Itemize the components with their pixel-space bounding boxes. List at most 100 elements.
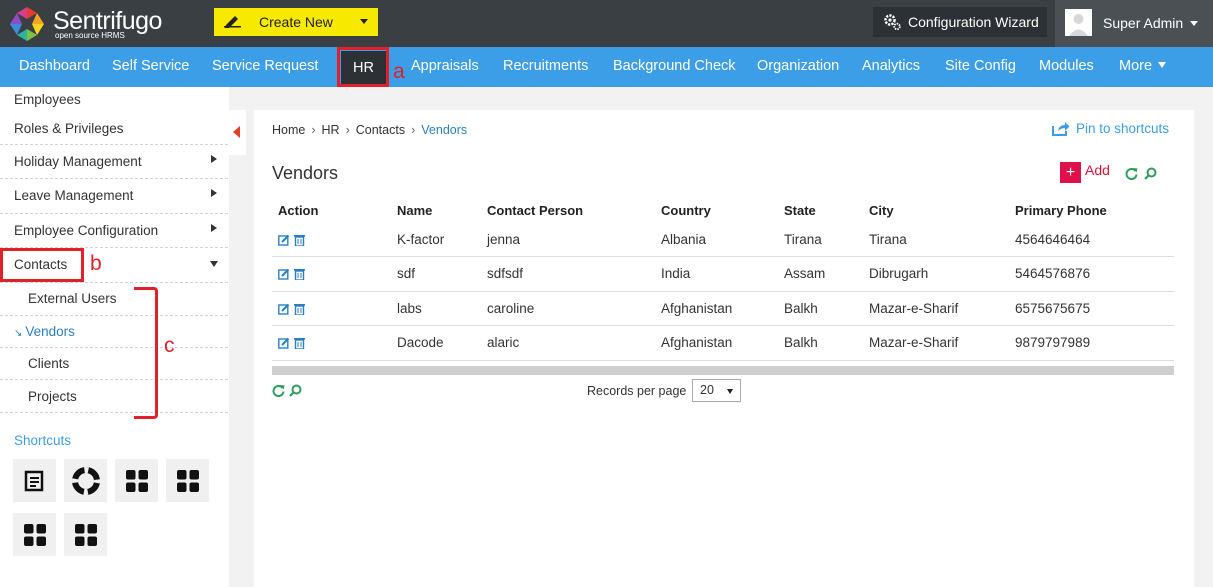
sidebar-subitem-projects[interactable]: Projects — [28, 389, 77, 404]
trash-icon[interactable] — [294, 234, 305, 247]
gear-icon — [884, 14, 901, 31]
cell-name: labs — [391, 291, 481, 326]
edit-icon[interactable] — [278, 234, 290, 246]
edit-icon[interactable] — [278, 303, 290, 315]
shortcut-grid-icon[interactable] — [13, 513, 56, 556]
shortcut-grid-icon[interactable] — [115, 459, 158, 502]
sidebar-item-label: Holiday Management — [14, 154, 142, 169]
trash-icon[interactable] — [294, 303, 305, 316]
search-icon[interactable] — [1144, 167, 1157, 180]
user-menu[interactable]: Super Admin — [1055, 0, 1213, 47]
column-header-primary-phone[interactable]: Primary Phone — [1009, 198, 1174, 222]
pencil-icon — [224, 16, 241, 28]
main-nav: Dashboard Self Service Service Request H… — [0, 47, 1213, 87]
shortcut-grid-icon[interactable] — [64, 513, 107, 556]
logo-mark-icon — [10, 7, 44, 41]
sidebar-collapse-toggle[interactable] — [229, 110, 246, 155]
share-icon — [1052, 122, 1070, 136]
sidebar-item-employee-configuration[interactable]: Employee Configuration — [0, 223, 228, 247]
nav-more[interactable]: More — [1119, 58, 1167, 74]
nav-self-service[interactable]: Self Service — [112, 58, 189, 74]
nav-site-config[interactable]: Site Config — [945, 58, 1016, 74]
shortcut-lifebuoy-icon[interactable] — [64, 459, 107, 502]
add-label: Add — [1085, 162, 1110, 178]
configuration-wizard-label: Configuration Wizard — [908, 14, 1039, 30]
column-header-city[interactable]: City — [863, 198, 1009, 222]
annotation-label-c: c — [164, 334, 175, 357]
cell-primary-phone: 4564646464 — [1009, 222, 1174, 257]
nav-background-check[interactable]: Background Check — [613, 58, 736, 74]
cell-state: Balkh — [778, 291, 863, 326]
divider — [0, 315, 228, 316]
create-new-button[interactable]: Create New — [214, 8, 378, 36]
column-header-name[interactable]: Name — [391, 198, 481, 222]
sidebar-item-label: Roles & Privileges — [14, 121, 124, 136]
divider — [0, 379, 228, 380]
cell-state: Balkh — [778, 325, 863, 361]
column-header-country[interactable]: Country — [655, 198, 778, 222]
nav-analytics[interactable]: Analytics — [862, 58, 920, 74]
cell-state: Tirana — [778, 222, 863, 257]
row-actions — [272, 325, 391, 361]
sentrifugo-logo[interactable]: Sentrifugo open source HRMS — [8, 5, 208, 43]
cell-country: Albania — [655, 222, 778, 257]
cell-city: Tirana — [863, 222, 1009, 257]
column-header-contact-person[interactable]: Contact Person — [481, 198, 655, 222]
search-icon[interactable] — [289, 384, 302, 397]
breadcrumb-current: Vendors — [421, 123, 468, 137]
divider — [0, 282, 228, 283]
grid-icon — [125, 469, 148, 492]
sidebar-item-leave-management[interactable]: Leave Management — [0, 188, 228, 212]
nav-organization[interactable]: Organization — [757, 58, 839, 74]
configuration-wizard-button[interactable]: Configuration Wizard — [873, 7, 1047, 37]
nav-recruitments[interactable]: Recruitments — [503, 58, 588, 74]
trash-icon[interactable] — [294, 268, 305, 281]
add-button[interactable]: + Add — [1060, 162, 1110, 184]
refresh-icon[interactable] — [1125, 167, 1138, 180]
breadcrumb-home[interactable]: Home — [272, 123, 305, 137]
chevron-down-icon — [1190, 21, 1198, 26]
shortcut-grid-icon[interactable] — [166, 459, 209, 502]
nav-service-request[interactable]: Service Request — [212, 58, 318, 74]
column-header-state[interactable]: State — [778, 198, 863, 222]
pin-to-shortcuts-link[interactable]: Pin to shortcuts — [1052, 121, 1169, 136]
document-icon — [24, 470, 43, 491]
sidebar-item-holiday-management[interactable]: Holiday Management — [0, 154, 228, 178]
cell-country: Afghanistan — [655, 325, 778, 361]
sidebar-subitem-vendors[interactable]: ↘ Vendors — [14, 324, 75, 339]
records-per-page-select[interactable]: 20 — [692, 379, 741, 402]
horizontal-scrollbar[interactable] — [272, 366, 1174, 375]
chevron-right-icon — [211, 224, 217, 232]
shortcut-document-icon[interactable] — [13, 459, 56, 502]
edit-icon[interactable] — [278, 268, 290, 280]
table-row: Dacode alaric Afghanistan Balkh Mazar-e-… — [272, 325, 1174, 361]
breadcrumb-hr[interactable]: HR — [322, 123, 340, 137]
cell-city: Mazar-e-Sharif — [863, 291, 1009, 326]
annotation-label-b: b — [90, 252, 102, 275]
sidebar-item-roles-privileges[interactable]: Roles & Privileges — [0, 121, 228, 145]
breadcrumb-contacts[interactable]: Contacts — [356, 123, 405, 137]
annotation-box-a — [337, 47, 389, 87]
trash-icon[interactable] — [294, 337, 305, 350]
cell-primary-phone: 5464576876 — [1009, 256, 1174, 292]
sidebar-gutter — [229, 87, 246, 587]
nav-appraisals[interactable]: Appraisals — [411, 58, 479, 74]
cell-contact-person: caroline — [481, 291, 655, 326]
sidebar-item-label: Leave Management — [14, 188, 134, 203]
sidebar-subitem-external-users[interactable]: External Users — [28, 291, 117, 306]
grid-icon — [176, 469, 199, 492]
row-actions — [272, 256, 391, 292]
cell-city: Dibrugarh — [863, 256, 1009, 292]
nav-dashboard[interactable]: Dashboard — [19, 58, 90, 74]
user-silhouette-icon — [1069, 14, 1088, 36]
cell-name: K-factor — [391, 222, 481, 257]
sidebar-item-employees[interactable]: Employees — [0, 92, 228, 116]
refresh-icon[interactable] — [272, 384, 285, 398]
edit-icon[interactable] — [278, 337, 290, 349]
table-row: labs caroline Afghanistan Balkh Mazar-e-… — [272, 291, 1174, 326]
page-title: Vendors — [272, 163, 339, 183]
sidebar-subitem-clients[interactable]: Clients — [28, 356, 69, 371]
shortcuts-title: Shortcuts — [14, 433, 72, 448]
nav-modules[interactable]: Modules — [1039, 58, 1094, 74]
chevron-down-icon — [1158, 62, 1167, 68]
